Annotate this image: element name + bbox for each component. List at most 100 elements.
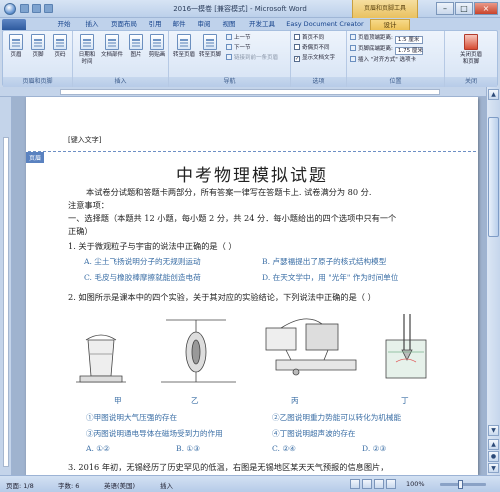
show-document-text-checkbox[interactable]: ✓ 显示文档文字 [294,54,335,62]
zoom-level[interactable]: 100% [406,480,425,488]
close-header-footer-icon [464,34,478,50]
caption-bing: 丙 [291,396,299,405]
browse-object-icon[interactable]: ● [488,451,499,462]
notice-line: 注意事项： [68,200,109,210]
arrow-down-icon [226,44,232,50]
tab-page-layout[interactable]: 页面布局 [106,19,142,30]
group-label-header-footer: 页眉和页脚 [3,77,72,87]
different-first-page-checkbox[interactable]: 首页不同 [294,34,324,42]
vertical-ruler[interactable] [0,97,12,475]
header-distance-input[interactable]: 1.5 厘米 [394,36,423,44]
checkmark-icon: ✓ [294,56,300,62]
close-button[interactable]: × [474,2,498,15]
window-controls: – □ × [436,2,498,15]
figure-bing [265,318,357,376]
group-label-navigation: 导航 [169,77,290,87]
caption-jia: 甲 [114,396,122,405]
link-to-previous-button[interactable]: 链接到前一条页眉 [226,54,278,62]
q2-choice-b: B. ①③ [176,444,201,453]
goto-header-button[interactable]: 转至页眉 [171,34,197,59]
document-area: [键入文字] 页眉 中考物理模拟试题 本试卷分试题和答题卡两部分，所有答案一律写… [12,97,486,475]
q1-option-b: B. 卢瑟福提出了原子的核式结构模型 [262,257,387,266]
minimize-button[interactable]: – [436,2,454,15]
insert-alignment-tab-button[interactable]: 插入 "对齐方式" 选项卡 [350,56,416,64]
status-words[interactable]: 字数: 6 [58,480,79,490]
zoom-slider[interactable] [440,480,486,489]
group-label-close: 关闭 [445,77,497,87]
clip-art-button[interactable]: 剪贴画 [146,34,168,59]
header-text[interactable]: [键入文字] [68,135,101,145]
group-options: 首页不同 奇偶页不同 ✓ 显示文档文字 选项 [291,31,347,87]
intro-line: 本试卷分试题和答题卡两部分，所有答案一律写在答题卡上. 试卷满分为 80 分. [86,187,372,197]
caption-ding: 丁 [401,396,409,405]
q2-choice-c: C. ②④ [272,444,296,453]
scroll-down-icon[interactable]: ▼ [488,425,499,436]
vertical-scrollbar[interactable]: ▲ ▼ ▲ ● ▼ [486,87,500,475]
next-page-icon[interactable]: ▼ [488,463,499,473]
save-icon[interactable] [20,4,29,13]
figure-yi [161,319,236,383]
q2-statement-4: ④丁图说明超声波的存在 [272,429,356,438]
clip-art-icon [150,34,164,50]
q2-choice-a: A. ①② [86,444,110,453]
calendar-icon [80,34,94,50]
web-layout-view-icon[interactable] [374,479,384,489]
tab-home[interactable]: 开始 [52,19,76,30]
previous-section-button[interactable]: 上一节 [226,34,251,42]
q1-option-a: A. 尘土飞扬说明分子的无规则运动 [84,257,201,266]
group-label-position: 位置 [347,77,444,87]
quick-parts-button[interactable]: 文档部件 [99,34,125,59]
zoom-slider-knob[interactable] [458,480,463,489]
q2-statement-2: ②乙图说明重力势能可以转化为机械能 [272,413,402,422]
status-language[interactable]: 英语(美国) [104,480,135,490]
group-insert: 日期和 时间 文档部件 图片 剪贴画 插入 [73,31,169,87]
office-logo-icon[interactable] [4,3,16,15]
tab-design[interactable]: 设计 [370,19,410,30]
footer-bottom-distance: 页脚底端距离: 1.75 厘米 [350,45,423,55]
maximize-button[interactable]: □ [455,2,473,15]
figure-jia [76,334,126,383]
tab-review[interactable]: 审阅 [194,19,214,30]
section-line-cont: 正确） [68,226,93,236]
scroll-thumb[interactable] [488,117,499,237]
status-insert-mode[interactable]: 插入 [160,480,173,490]
q1-option-c: C. 毛皮与橡胶棒摩擦就能创造电荷 [84,273,201,282]
context-tab-title: 页眉和页脚工具 [352,0,418,18]
redo-icon[interactable] [44,4,53,13]
document-page[interactable]: [键入文字] 页眉 中考物理模拟试题 本试卷分试题和答题卡两部分，所有答案一律写… [26,97,478,475]
next-section-button[interactable]: 下一节 [226,44,251,52]
picture-button[interactable]: 图片 [125,34,147,59]
tab-easy-document-creator[interactable]: Easy Document Creator [284,19,366,30]
footer-icon [31,34,45,50]
footer-distance-input[interactable]: 1.75 厘米 [394,47,423,55]
different-odd-even-checkbox[interactable]: 奇偶页不同 [294,44,330,52]
office-button[interactable] [2,19,26,30]
horizontal-ruler[interactable] [0,87,500,97]
tab-mailings[interactable]: 邮件 [169,19,189,30]
print-layout-view-icon[interactable] [350,479,360,489]
date-time-button[interactable]: 日期和 时间 [76,34,98,66]
full-screen-view-icon[interactable] [362,479,372,489]
goto-footer-button[interactable]: 转至页脚 [197,34,223,59]
undo-icon[interactable] [32,4,41,13]
footer-button[interactable]: 页脚 [27,34,49,59]
ribbon: 页眉 页脚 页码 页眉和页脚 日期和 时间 文档部件 图片 剪贴画 插入 转至页… [2,30,498,87]
question-1: 1. 关于微观粒子与宇宙的说法中正确的是（ ） [68,241,237,251]
figure-ding [385,314,427,379]
close-header-footer-button[interactable]: 关闭页眉 和页脚 [457,34,485,66]
outline-view-icon[interactable] [386,479,396,489]
tab-view[interactable]: 视图 [219,19,239,30]
page-number-button[interactable]: 页码 [49,34,71,59]
status-page[interactable]: 页面: 1/8 [6,480,34,490]
quick-parts-icon [105,34,119,50]
tab-developer[interactable]: 开发工具 [244,19,280,30]
group-label-options: 选项 [291,77,346,87]
scroll-up-icon[interactable]: ▲ [488,89,499,100]
header-distance-icon [350,34,356,40]
tab-insert[interactable]: 插入 [80,19,104,30]
tab-references[interactable]: 引用 [145,19,165,30]
previous-page-icon[interactable]: ▲ [488,439,499,450]
title-bar: 2016一模卷 [兼容模式] - Microsoft Word 页眉和页脚工具 … [0,0,500,18]
header-button[interactable]: 页眉 [5,34,27,59]
group-navigation: 转至页眉 转至页脚 上一节 下一节 链接到前一条页眉 导航 [169,31,291,87]
